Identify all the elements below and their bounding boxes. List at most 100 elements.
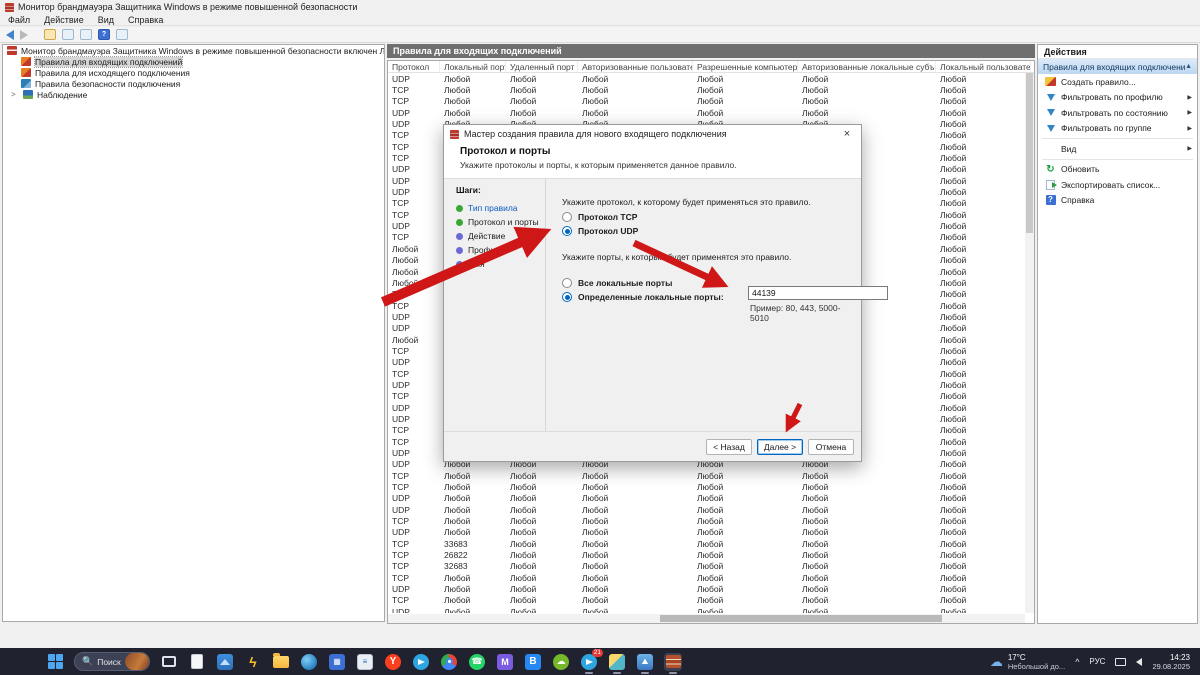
column-header-3[interactable]: Авторизованные пользователи (578, 61, 693, 72)
export-list-icon[interactable] (80, 29, 92, 40)
action-item-0[interactable]: Создать правило... (1038, 74, 1197, 90)
tcp-radio[interactable] (562, 212, 572, 222)
table-row[interactable]: TCP 26822 Любой Любой Любой Любой Любой (388, 549, 1025, 560)
taskbar-icon-task-view[interactable] (160, 653, 178, 671)
radio-row-all-ports[interactable]: Все локальные порты (562, 278, 672, 288)
taskbar-icon-explorer[interactable] (272, 652, 290, 671)
taskbar-icon-telegram[interactable] (412, 653, 430, 671)
vertical-scrollbar[interactable] (1025, 73, 1034, 613)
vertical-scrollbar-thumb[interactable] (1026, 73, 1033, 233)
ports-input[interactable] (748, 286, 888, 300)
action-item-1[interactable]: Фильтровать по профилю ▶ (1038, 90, 1197, 106)
wizard-step-1[interactable]: Протокол и порты (456, 215, 545, 229)
back-button[interactable]: < Назад (706, 439, 752, 455)
radio-row-tcp[interactable]: Протокол TCP (562, 212, 637, 222)
action-item-3[interactable]: Фильтровать по группе ▶ (1038, 121, 1197, 137)
taskbar-icon-notes[interactable]: ≡ (356, 653, 374, 671)
action-item-6[interactable]: Экспортировать список... (1038, 177, 1197, 193)
wizard-step-4[interactable]: Имя (456, 257, 545, 271)
table-row[interactable]: TCP Любой Любой Любой Любой Любой Любой (388, 470, 1025, 481)
table-row[interactable]: UDP Любой Любой Любой Любой Любой Любой (388, 504, 1025, 515)
weather-widget[interactable]: ☁ 17°C Небольшой до... (990, 653, 1065, 671)
sidebar-item-3[interactable]: > Наблюдение (3, 89, 384, 100)
help-icon[interactable]: ? (98, 29, 110, 40)
wizard-step-3[interactable]: Профиль (456, 243, 545, 257)
table-row[interactable]: TCP Любой Любой Любой Любой Любой Любой (388, 96, 1025, 107)
wizard-step-0[interactable]: Тип правила (456, 201, 545, 215)
taskbar-icon-photos[interactable] (216, 653, 234, 671)
language-indicator[interactable]: РУС (1089, 657, 1105, 666)
table-row[interactable]: TCP Любой Любой Любой Любой Любой Любой (388, 84, 1025, 95)
radio-row-specific-ports[interactable]: Определенные локальные порты: (562, 292, 724, 302)
table-row[interactable]: UDP Любой Любой Любой Любой Любой Любой (388, 527, 1025, 538)
table-row[interactable]: TCP Любой Любой Любой Любой Любой Любой (388, 515, 1025, 526)
taskbar-icon-yandex[interactable]: Y (384, 653, 402, 671)
table-row[interactable]: UDP Любой Любой Любой Любой Любой Любой (388, 73, 1025, 84)
console-window-icon-2[interactable] (116, 29, 128, 40)
table-row[interactable]: UDP Любой Любой Любой Любой Любой Любой (388, 583, 1025, 594)
horizontal-scrollbar[interactable] (388, 614, 1025, 623)
next-button[interactable]: Далее > (757, 439, 803, 455)
export-folder-icon[interactable] (44, 29, 56, 40)
udp-radio[interactable] (562, 226, 572, 236)
taskbar-icon-photos-2[interactable]: ⛰ (636, 653, 654, 674)
close-icon[interactable]: × (839, 128, 855, 140)
column-header-5[interactable]: Авторизованные локальные субъекты (798, 61, 936, 72)
menu-item-3[interactable]: Справка (128, 15, 163, 25)
table-row[interactable]: TCP Любой Любой Любой Любой Любой Любой (388, 572, 1025, 583)
forward-icon[interactable] (20, 29, 28, 40)
taskbar-icon-gallery[interactable] (608, 653, 626, 674)
clock[interactable]: 14:23 29.08.2025 (1152, 653, 1190, 671)
column-header-2[interactable]: Удаленный порт (506, 61, 578, 72)
collapse-icon[interactable]: ▲ (1185, 63, 1192, 70)
sidebar-item-1[interactable]: Правила для исходящего подключения (3, 67, 384, 78)
column-header-1[interactable]: Локальный порт (440, 61, 506, 72)
table-row[interactable]: TCP Любой Любой Любой Любой Любой Любой (388, 481, 1025, 492)
tray-chevron-icon[interactable]: ^ (1075, 657, 1079, 667)
horizontal-scrollbar-thumb[interactable] (660, 615, 942, 622)
table-row[interactable]: TCP 32683 Любой Любой Любой Любой Любой (388, 561, 1025, 572)
taskbar-icon-firewall[interactable] (664, 652, 682, 674)
menu-item-2[interactable]: Вид (98, 15, 114, 25)
actions-group-header[interactable]: Правила для входящих подключений ▲ (1038, 59, 1197, 74)
taskbar-icon-cloud[interactable]: ☁ (552, 653, 570, 671)
taskbar-icon-whatsapp[interactable]: ☎ (468, 653, 486, 671)
table-row[interactable]: UDP Любой Любой Любой Любой Любой Любой (388, 493, 1025, 504)
sidebar-item-2[interactable]: Правила безопасности подключения (3, 78, 384, 89)
column-header-4[interactable]: Разрешенные компьютеры (693, 61, 798, 72)
taskbar-icon-vk[interactable]: B (524, 653, 542, 671)
taskbar-icon-browser[interactable] (300, 653, 318, 671)
taskbar-icon-lightning[interactable]: ϟ (244, 653, 262, 671)
radio-row-udp[interactable]: Протокол UDP (562, 226, 638, 236)
taskbar-icon-mail[interactable]: M (496, 653, 514, 671)
action-item-2[interactable]: Фильтровать по состоянию ▶ (1038, 105, 1197, 121)
table-row[interactable]: TCP 33683 Любой Любой Любой Любой Любой (388, 538, 1025, 549)
taskbar-icon-document[interactable] (188, 653, 206, 671)
action-item-7[interactable]: ? Справка (1038, 193, 1197, 209)
taskbar-icon-telegram-2[interactable]: 21 (580, 648, 603, 674)
all-ports-radio[interactable] (562, 278, 572, 288)
search-input[interactable]: 🔍 Поиск (74, 652, 150, 671)
console-window-icon[interactable] (62, 29, 74, 40)
tree-root[interactable]: Монитор брандмауэра Защитника Windows в … (3, 45, 384, 56)
expander-icon[interactable]: > (11, 90, 19, 99)
table-row[interactable]: TCP Любой Любой Любой Любой Любой Любой (388, 595, 1025, 606)
cancel-button[interactable]: Отмена (808, 439, 854, 455)
table-row[interactable]: UDP Любой Любой Любой Любой Любой Любой (388, 606, 1025, 613)
back-icon[interactable] (6, 29, 14, 40)
column-header-0[interactable]: Протокол (388, 61, 440, 72)
network-icon[interactable] (1115, 657, 1127, 666)
specific-ports-radio[interactable] (562, 292, 572, 302)
wizard-step-2[interactable]: Действие (456, 229, 545, 243)
action-item-5[interactable]: ↻ Обновить (1038, 162, 1197, 178)
table-row[interactable]: UDP Любой Любой Любой Любой Любой Любой (388, 107, 1025, 118)
menu-item-0[interactable]: Файл (8, 15, 30, 25)
column-header-6[interactable]: Локальный пользователь (936, 61, 1031, 72)
action-item-4[interactable]: Вид ▶ (1038, 141, 1197, 157)
sidebar-item-0[interactable]: Правила для входящих подключений (3, 55, 384, 68)
taskbar-icon-start[interactable] (46, 653, 64, 671)
volume-icon[interactable] (1136, 657, 1143, 666)
taskbar-icon-chrome[interactable] (440, 653, 458, 671)
menu-item-1[interactable]: Действие (44, 15, 84, 25)
taskbar-icon-calculator[interactable]: ▦ (328, 653, 346, 671)
